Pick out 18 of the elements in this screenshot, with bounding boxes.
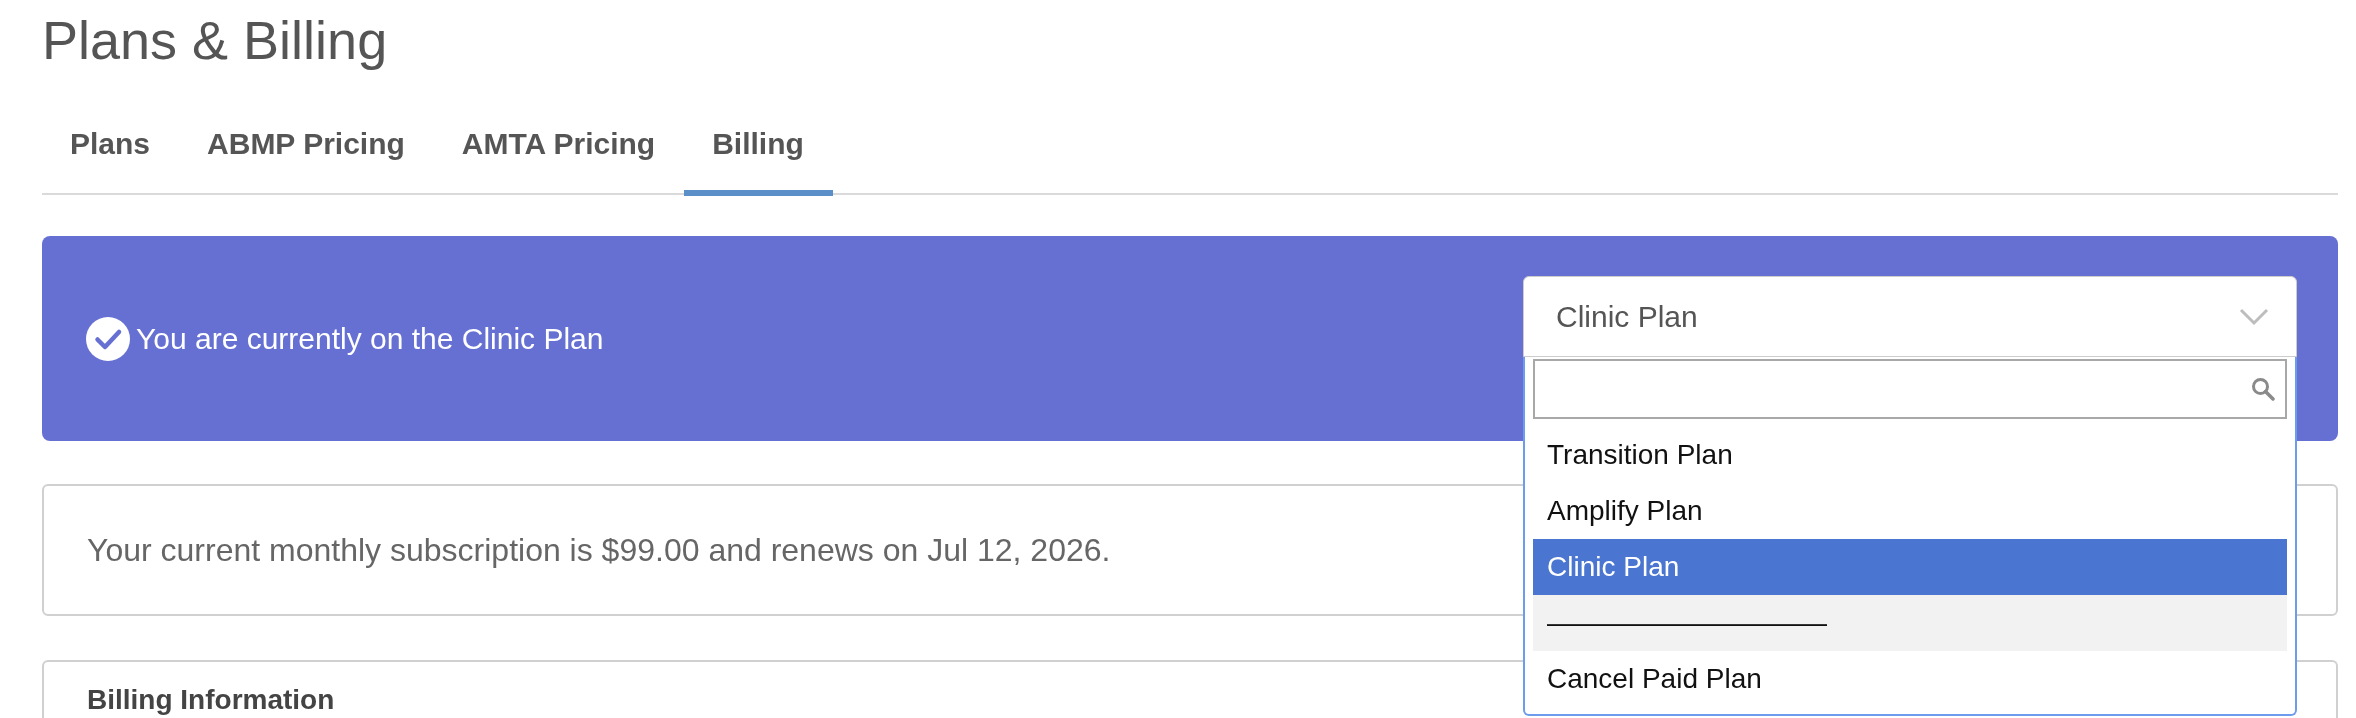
dropdown-option[interactable]: Cancel Paid Plan — [1533, 651, 2287, 707]
page-title: Plans & Billing — [42, 9, 388, 72]
dropdown-option[interactable]: Amplify Plan — [1533, 483, 2287, 539]
search-field[interactable] — [1533, 359, 2287, 419]
tab[interactable]: Plans — [42, 126, 180, 196]
plan-select[interactable]: Clinic Plan — [1523, 276, 2297, 357]
tab[interactable]: AMTA Pricing — [433, 126, 685, 196]
banner-message: You are currently on the Clinic Plan — [136, 320, 604, 357]
subscription-text: Your current monthly subscription is $99.00 and renews on Jul 12, 2026. — [87, 531, 1111, 569]
dropdown-option[interactable]: Clinic Plan — [1533, 539, 2287, 595]
billing-heading: Billing Information — [87, 684, 335, 716]
search-icon — [2251, 377, 2275, 401]
dropdown-option[interactable]: Transition Plan — [1533, 427, 2287, 483]
chevron-down-icon — [2239, 307, 2269, 326]
check-circle-icon — [86, 316, 130, 361]
dropdown-option: —————————— — [1533, 595, 2287, 651]
tab[interactable]: Billing — [684, 126, 833, 196]
tab[interactable]: ABMP Pricing — [179, 126, 434, 196]
